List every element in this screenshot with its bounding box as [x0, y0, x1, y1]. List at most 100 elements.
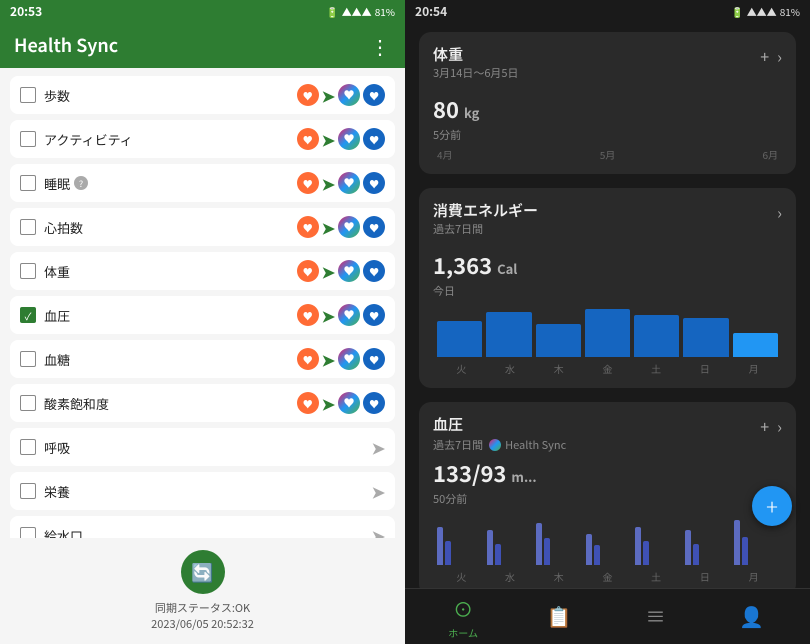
- bp-systolic-bar-5: [685, 530, 691, 565]
- item-label-bloodpressure: 血圧: [44, 306, 289, 325]
- bp-value: 133/93 m...: [433, 457, 782, 489]
- expand-calories-icon[interactable]: ›: [777, 200, 782, 224]
- checkbox-weight[interactable]: [20, 263, 36, 279]
- bp-systolic-bar-6: [734, 520, 740, 566]
- source-icon-steps: ♥: [297, 84, 319, 106]
- checkbox-nutrition[interactable]: [20, 483, 36, 499]
- sync-icons-oxygen: ♥ ➤ ♥ ♥: [297, 391, 385, 415]
- source-icon-weight: ♥: [297, 260, 319, 282]
- signal-icon-right: ▲▲▲: [747, 4, 777, 19]
- source-icon-heartrate: ♥: [297, 216, 319, 238]
- source-icon-activity: ♥: [297, 128, 319, 150]
- calories-chart: 火水木金土日月: [433, 307, 782, 376]
- checkbox-sleep[interactable]: [20, 175, 36, 191]
- bp-diastolic-bar-5: [693, 544, 699, 565]
- arrow-icon: ➤: [322, 259, 335, 283]
- sync-icons-water: ➤: [372, 523, 385, 538]
- arrow-icon: ➤: [322, 171, 335, 195]
- checkbox-water[interactable]: [20, 527, 36, 538]
- calories-card-title: 消費エネルギー: [433, 200, 538, 221]
- checkbox-steps[interactable]: [20, 87, 36, 103]
- list-item: 血圧 ♥ ➤ ♥ ♥: [10, 296, 395, 334]
- left-panel: 20:53 🔋 ▲▲▲ 81% Health Sync ⋮ 歩数 ♥ ➤ ♥ ♥: [0, 0, 405, 644]
- target-icon-oxygen: ♥: [338, 392, 360, 414]
- menu-button[interactable]: ⋮: [370, 31, 391, 60]
- sync-icons-steps: ♥ ➤ ♥ ♥: [297, 83, 385, 107]
- calories-card-date: 過去7日間: [433, 221, 538, 237]
- arrow-icon: ➤: [322, 391, 335, 415]
- nav-item-journal[interactable]: 📋: [511, 601, 607, 632]
- nav-item-list[interactable]: ≡: [608, 601, 704, 632]
- list-item: 歩数 ♥ ➤ ♥ ♥: [10, 76, 395, 114]
- bp-source-icon: [489, 439, 501, 451]
- bp-systolic-bar-2: [536, 523, 542, 565]
- target-icon2-oxygen: ♥: [363, 392, 385, 414]
- arrow-icon: ➤: [322, 303, 335, 327]
- list-item: 給水口 ➤: [10, 516, 395, 538]
- right-time: 20:54: [415, 3, 447, 20]
- calories-time: 今日: [433, 283, 782, 299]
- nav-item-home[interactable]: ⊙ ホーム: [415, 594, 511, 640]
- bp-card-title: 血圧: [433, 414, 566, 435]
- calories-chart-labels: 火水木金土日月: [433, 361, 782, 376]
- add-bp-icon[interactable]: +: [760, 414, 769, 438]
- right-panel: 20:54 🔋 ▲▲▲ 81% 体重 3月14日～6月5日 + › 80 kg: [405, 0, 810, 644]
- add-weight-icon[interactable]: +: [760, 44, 769, 68]
- weight-value: 80 kg: [433, 93, 782, 125]
- sync-icons-activity: ♥ ➤ ♥ ♥: [297, 127, 385, 151]
- checkbox-activity[interactable]: [20, 131, 36, 147]
- weight-card-title: 体重: [433, 44, 519, 65]
- checkbox-breathing[interactable]: [20, 439, 36, 455]
- item-label-water: 給水口: [44, 526, 364, 539]
- app-title: Health Sync: [14, 32, 118, 58]
- target-icon2-bloodpressure: ♥: [363, 304, 385, 326]
- item-label-steps: 歩数: [44, 86, 289, 105]
- bp-group-4: [635, 527, 679, 566]
- bp-diastolic-bar-3: [594, 545, 600, 565]
- sync-button[interactable]: 🔄: [181, 550, 225, 594]
- arrow-icon: ➤: [322, 347, 335, 371]
- bp-systolic-bar-1: [487, 530, 493, 565]
- right-content: 体重 3月14日～6月5日 + › 80 kg 5分前 4月 5月 6月: [405, 22, 810, 588]
- sync-icons-weight: ♥ ➤ ♥ ♥: [297, 259, 385, 283]
- expand-bp-icon[interactable]: ›: [777, 414, 782, 438]
- sync-icons-breathing: ➤: [372, 435, 385, 459]
- bp-card-header: 血圧 過去7日間 Health Sync + ›: [433, 414, 782, 453]
- item-label-sleep: 睡眠 ?: [44, 174, 289, 193]
- checkbox-oxygen[interactable]: [20, 395, 36, 411]
- bp-systolic-bar-0: [437, 527, 443, 566]
- checkbox-bloodsugar[interactable]: [20, 351, 36, 367]
- wifi-icon: 81%: [375, 4, 395, 19]
- target-icon-bloodpressure: ♥: [338, 304, 360, 326]
- arrow-icon: ➤: [322, 127, 335, 151]
- blood-pressure-card: 血圧 過去7日間 Health Sync + › 133/93 m.: [419, 402, 796, 588]
- bp-group-3: [586, 534, 630, 566]
- sync-icons-bloodsugar: ♥ ➤ ♥ ♥: [297, 347, 385, 371]
- bp-chart: 火水木金土日月: [433, 515, 782, 584]
- bp-diastolic-bar-1: [495, 544, 501, 565]
- nav-item-profile[interactable]: 👤: [704, 601, 800, 632]
- battery-percent-right: 81%: [780, 4, 800, 19]
- battery-icon-right: 🔋: [731, 4, 743, 19]
- calories-card: 消費エネルギー 過去7日間 › 1,363 Cal 今日 火水木金土日月: [419, 188, 796, 388]
- checkbox-heartrate[interactable]: [20, 219, 36, 235]
- fab-plus-icon: +: [766, 490, 778, 522]
- expand-weight-icon[interactable]: ›: [777, 44, 782, 68]
- list-item: 体重 ♥ ➤ ♥ ♥: [10, 252, 395, 290]
- status-bar-left: 20:53 🔋 ▲▲▲ 81%: [0, 0, 405, 22]
- sync-icons-bloodpressure: ♥ ➤ ♥ ♥: [297, 303, 385, 327]
- calories-bar-6: [733, 333, 778, 357]
- fab-button[interactable]: +: [752, 486, 792, 526]
- home-icon: ⊙: [453, 594, 473, 623]
- weight-time: 5分前: [433, 127, 782, 143]
- sync-list: 歩数 ♥ ➤ ♥ ♥ アクティビティ ♥ ➤ ♥ ♥: [0, 68, 405, 538]
- bp-systolic-bar-4: [635, 527, 641, 566]
- target-icon2-weight: ♥: [363, 260, 385, 282]
- bp-unit: m...: [511, 467, 536, 486]
- help-icon-sleep[interactable]: ?: [74, 176, 88, 190]
- checkbox-bloodpressure[interactable]: [20, 307, 36, 323]
- battery-icon: 🔋: [326, 4, 338, 19]
- calories-unit: Cal: [497, 259, 517, 278]
- source-icon-bloodpressure: ♥: [297, 304, 319, 326]
- status-bar-right: 20:54 🔋 ▲▲▲ 81%: [405, 0, 810, 22]
